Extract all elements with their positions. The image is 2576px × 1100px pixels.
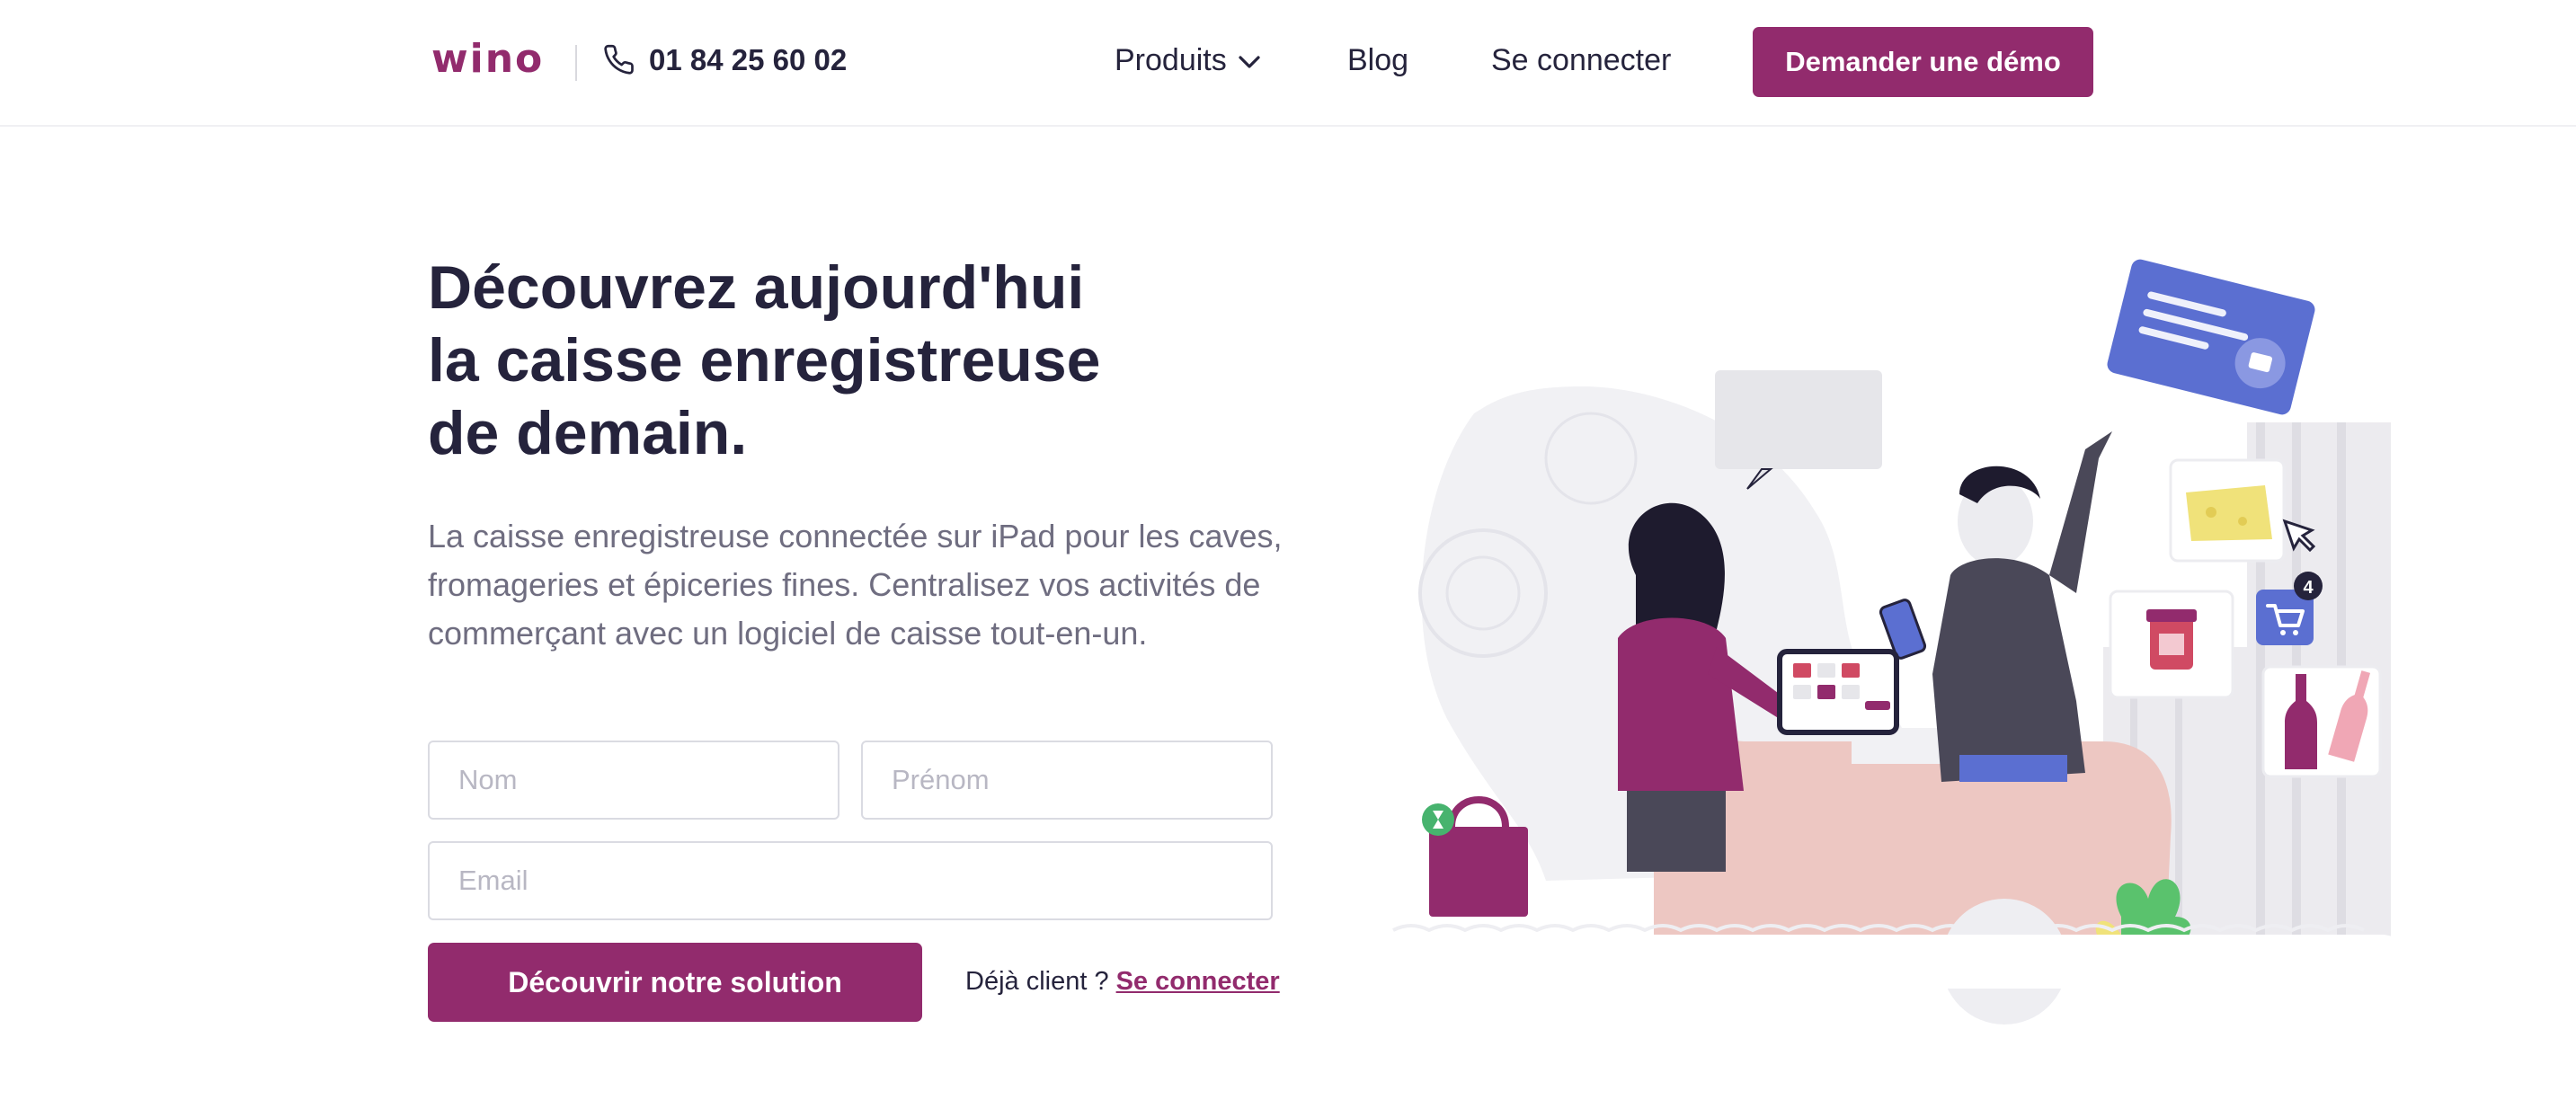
email-input[interactable]: [428, 841, 1273, 920]
nav-login[interactable]: Se connecter: [1491, 43, 1671, 78]
nom-input[interactable]: [428, 741, 839, 820]
shopping-bag: [1429, 827, 1528, 917]
site-header: wino 01 84 25 60 02 Produits Blog Se con…: [0, 0, 2576, 127]
hero-title-line-3: de demain.: [428, 399, 748, 467]
nav-produits-label: Produits: [1115, 43, 1227, 77]
hourglass-badge: [1422, 803, 1454, 836]
hero-title-line-2: la caisse enregistreuse: [428, 326, 1101, 395]
hero-subtitle: La caisse enregistreuse connectée sur iP…: [428, 518, 1283, 652]
discover-solution-button[interactable]: Découvrir notre solution: [428, 943, 922, 1022]
ticket-card: [2107, 259, 2315, 415]
woman-body: [1618, 617, 1744, 791]
hero-illustration: 4: [1384, 259, 2409, 1025]
already-client-text: Déjà client ?: [965, 967, 1109, 996]
man-body: [1932, 558, 2085, 782]
wino-logo[interactable]: wino: [431, 36, 544, 82]
phone-contact[interactable]: 01 84 25 60 02: [604, 43, 847, 77]
cart-badge-count: 4: [2303, 578, 2314, 598]
ground: [1384, 935, 2409, 989]
prenom-input[interactable]: [861, 741, 1273, 820]
hero-title-line-1: Découvrez aujourd'hui: [428, 253, 1085, 322]
nav-blog[interactable]: Blog: [1347, 43, 1408, 78]
phone-number: 01 84 25 60 02: [649, 43, 848, 76]
header-divider: [575, 45, 577, 81]
chevron-down-icon: [1239, 55, 1260, 68]
request-demo-button[interactable]: Demander une démo: [1753, 27, 2093, 97]
phone-icon: [604, 44, 634, 75]
hero-title: Découvrez aujourd'hui la caisse enregist…: [428, 252, 1147, 470]
already-client: Déjà client ? Se connecter: [965, 967, 1280, 997]
speech-bubble: [1715, 370, 1882, 469]
login-link[interactable]: Se connecter: [1116, 967, 1280, 997]
nav-produits[interactable]: Produits: [1115, 43, 1263, 78]
